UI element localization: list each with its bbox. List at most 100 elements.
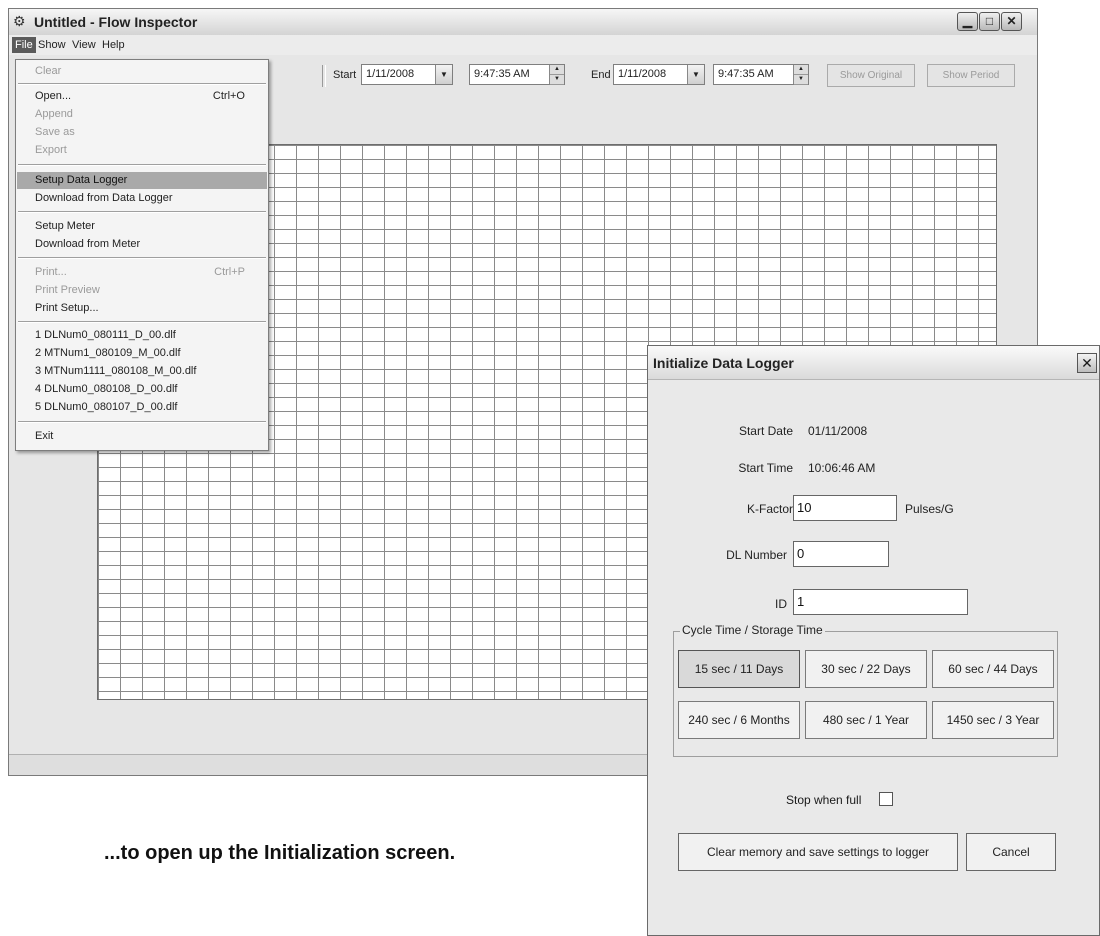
menu-show[interactable]: Show (35, 37, 69, 53)
dialog-title: Initialize Data Logger (653, 355, 794, 371)
k-factor-input[interactable]: 10 (793, 495, 897, 521)
end-date-value: 1/11/2008 (618, 68, 667, 80)
menu-item-print-setup[interactable]: Print Setup... (17, 300, 267, 317)
end-time-value: 9:47:35 AM (718, 68, 774, 80)
start-date-value: 1/11/2008 (366, 68, 415, 80)
chevron-down-icon[interactable]: ▼ (687, 65, 704, 84)
menu-item-print[interactable]: Print... Ctrl+P (17, 264, 267, 281)
cycle-time-group: Cycle Time / Storage Time 15 sec / 11 Da… (673, 623, 1058, 757)
menu-item-label: Setup Data Logger (35, 174, 128, 186)
flow-app-icon: ⚙ (13, 13, 26, 29)
cycle-option-60-sec[interactable]: 60 sec / 44 Days (932, 650, 1054, 688)
menu-item-clear[interactable]: Clear (17, 63, 267, 80)
menu-separator (18, 83, 266, 85)
menu-separator (18, 211, 266, 213)
close-icon[interactable]: ✕ (1077, 353, 1097, 373)
menu-item-download-data-logger[interactable]: Download from Data Logger (17, 190, 267, 207)
shortcut-label: Ctrl+P (214, 266, 245, 278)
initialize-data-logger-dialog: Initialize Data Logger ✕ Start Date 01/1… (647, 345, 1100, 936)
title-bar: ⚙ Untitled - Flow Inspector ▁ □ ✕ (9, 9, 1037, 36)
instruction-caption: ...to open up the Initialization screen. (104, 842, 456, 864)
menu-item-label: 4 DLNum0_080108_D_00.dlf (35, 383, 178, 395)
start-time-picker[interactable]: 9:47:35 AM ▲ ▼ (469, 64, 565, 85)
cancel-button[interactable]: Cancel (966, 833, 1056, 871)
menu-item-label: Print Setup... (35, 302, 99, 314)
cycle-option-1450-sec[interactable]: 1450 sec / 3 Year (932, 701, 1054, 739)
cycle-option-30-sec[interactable]: 30 sec / 22 Days (805, 650, 927, 688)
dialog-title-bar: Initialize Data Logger ✕ (648, 346, 1099, 380)
menu-item-label: Append (35, 108, 73, 120)
end-label: End (591, 69, 611, 81)
cycle-option-480-sec[interactable]: 480 sec / 1 Year (805, 701, 927, 739)
start-time-value: 9:47:35 AM (474, 68, 530, 80)
menu-item-label: Setup Meter (35, 220, 95, 232)
menu-item-open[interactable]: Open... Ctrl+O (17, 88, 267, 105)
start-time-label: Start Time (738, 461, 793, 475)
menu-item-label: Save as (35, 126, 75, 138)
file-menu-dropdown: Clear Open... Ctrl+O Append Save as Expor… (15, 59, 269, 451)
menu-item-label: 5 DLNum0_080107_D_00.dlf (35, 401, 178, 413)
menu-item-exit[interactable]: Exit (17, 428, 267, 445)
cycle-option-15-sec[interactable]: 15 sec / 11 Days (678, 650, 800, 688)
end-time-picker[interactable]: 9:47:35 AM ▲ ▼ (713, 64, 809, 85)
menu-bar: File Show View Help (9, 35, 1037, 55)
menu-item-download-meter[interactable]: Download from Meter (17, 236, 267, 253)
menu-item-recent-3[interactable]: 3 MTNum1111_080108_M_00.dlf (17, 363, 267, 380)
cycle-option-240-sec[interactable]: 240 sec / 6 Months (678, 701, 800, 739)
menu-item-label: Open... (35, 90, 72, 102)
menu-help[interactable]: Help (99, 37, 128, 53)
window-title: Untitled - Flow Inspector (34, 14, 198, 30)
menu-separator (18, 257, 266, 259)
menu-item-label: Print... (35, 266, 67, 278)
show-period-button[interactable]: Show Period (927, 64, 1015, 87)
menu-item-label: Download from Meter (35, 238, 141, 250)
spin-arrows-icon[interactable]: ▲ ▼ (793, 65, 808, 85)
dl-number-input[interactable]: 0 (793, 541, 889, 567)
stop-when-full-label: Stop when full (786, 793, 862, 807)
menu-item-print-preview[interactable]: Print Preview (17, 282, 267, 299)
menu-file[interactable]: File (12, 37, 36, 53)
menu-item-recent-2[interactable]: 2 MTNum1_080109_M_00.dlf (17, 345, 267, 362)
menu-item-label: 3 MTNum1111_080108_M_00.dlf (35, 365, 197, 377)
menu-item-label: Export (35, 144, 67, 156)
menu-item-recent-1[interactable]: 1 DLNum0_080111_D_00.dlf (17, 327, 267, 344)
menu-item-save-as[interactable]: Save as (17, 124, 267, 141)
end-date-picker[interactable]: 1/11/2008 ▼ (613, 64, 705, 85)
id-input[interactable]: 1 (793, 589, 968, 615)
cycle-group-label: Cycle Time / Storage Time (680, 623, 825, 637)
dl-number-label: DL Number (726, 548, 787, 562)
chevron-down-icon[interactable]: ▼ (435, 65, 452, 84)
menu-item-label: 2 MTNum1_080109_M_00.dlf (35, 347, 181, 359)
start-date-picker[interactable]: 1/11/2008 ▼ (361, 64, 453, 85)
start-date-value: 01/11/2008 (808, 424, 868, 438)
menu-item-label: Download from Data Logger (35, 192, 173, 204)
menu-separator (18, 421, 266, 423)
toolbar-separator (322, 65, 326, 87)
k-factor-label: K-Factor (746, 502, 793, 516)
id-label: ID (775, 597, 787, 611)
show-original-button[interactable]: Show Original (827, 64, 915, 87)
menu-item-append[interactable]: Append (17, 106, 267, 123)
menu-item-recent-4[interactable]: 4 DLNum0_080108_D_00.dlf (17, 381, 267, 398)
stop-when-full-checkbox[interactable] (879, 792, 893, 806)
menu-item-recent-5[interactable]: 5 DLNum0_080107_D_00.dlf (17, 399, 267, 416)
menu-item-label: 1 DLNum0_080111_D_00.dlf (35, 329, 176, 341)
menu-separator (18, 321, 266, 323)
start-label: Start (333, 69, 357, 81)
menu-item-export[interactable]: Export (17, 142, 267, 159)
minimize-button[interactable]: ▁ (957, 12, 978, 31)
menu-view[interactable]: View (69, 37, 99, 53)
menu-item-label: Exit (35, 430, 54, 442)
spin-arrows-icon[interactable]: ▲ ▼ (549, 65, 564, 85)
shortcut-label: Ctrl+O (212, 90, 245, 102)
save-settings-button[interactable]: Clear memory and save settings to logger (678, 833, 958, 871)
menu-item-setup-data-logger[interactable]: Setup Data Logger (17, 172, 267, 189)
close-window-button[interactable]: ✕ (1001, 12, 1022, 31)
menu-item-setup-meter[interactable]: Setup Meter (17, 218, 267, 235)
start-time-value: 10:06:46 AM (808, 461, 876, 475)
k-factor-unit: Pulses/G (905, 502, 954, 516)
menu-item-label: Clear (35, 65, 62, 77)
maximize-button[interactable]: □ (979, 12, 1000, 31)
start-date-label: Start Date (738, 424, 793, 438)
menu-item-label: Print Preview (35, 284, 100, 296)
